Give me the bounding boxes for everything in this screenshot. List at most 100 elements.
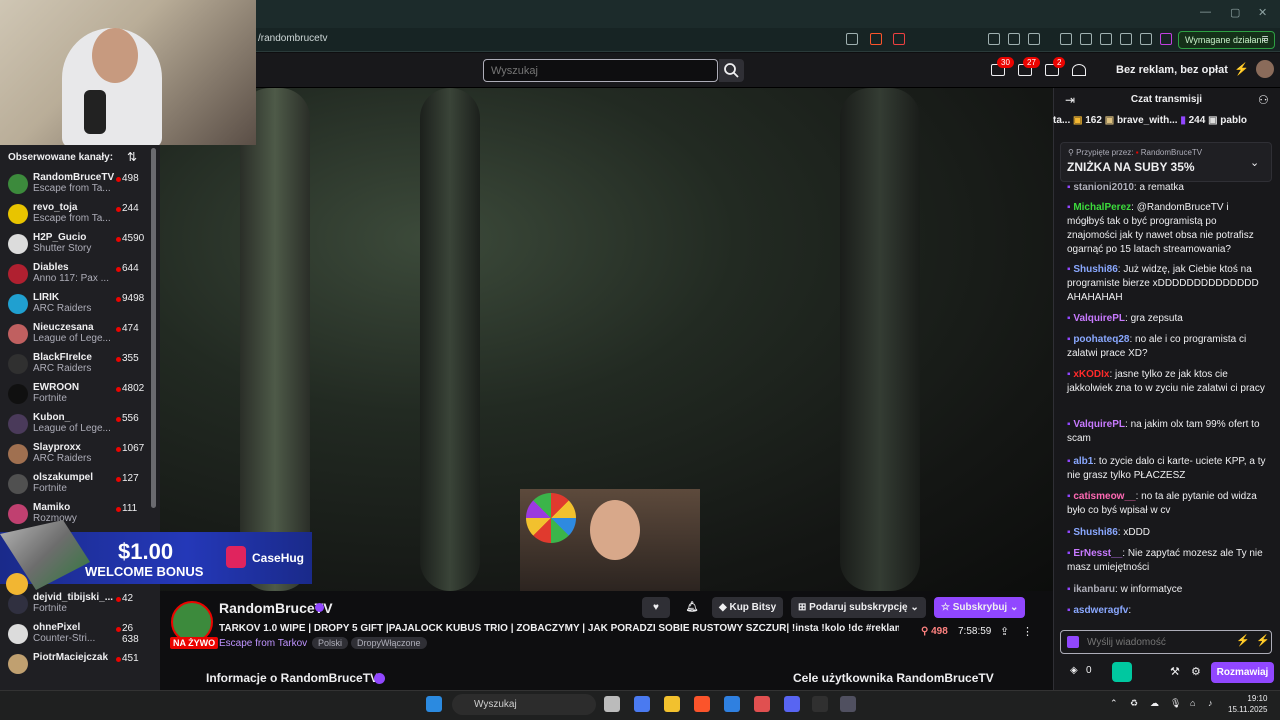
sidebar-channel[interactable]: revo_toja Escape from Ta... 244 [0, 200, 150, 230]
leo-icon[interactable] [1120, 33, 1132, 45]
store-icon[interactable] [724, 696, 740, 712]
sidebar-channel[interactable]: Diables Anno 117: Pax ... 644 [0, 260, 150, 290]
chat-message[interactable]: ▪ catismeow__: no ta ale pytanie od widz… [1067, 490, 1267, 518]
chat-username[interactable]: ValquirePL [1073, 419, 1125, 430]
subscribe-button[interactable]: ☆ Subskrybuj ⌄ [934, 597, 1026, 618]
windows-start-icon[interactable] [426, 696, 442, 712]
screenshot-icon[interactable] [1028, 33, 1040, 45]
bonus-claim-icon[interactable] [1112, 662, 1132, 682]
chat-message[interactable]: ▪ stanioni2010: a rematka [1067, 181, 1267, 195]
chat-message[interactable]: ▪ ValquirePL: gra zepsuta [1067, 312, 1267, 326]
minimize-icon[interactable]: — [1200, 6, 1211, 18]
mic-icon[interactable]: 🎙︎ [1170, 698, 1181, 709]
playlist-icon[interactable] [1060, 33, 1072, 45]
tag-drops[interactable]: DropyWłączone [351, 637, 427, 649]
task-view-icon[interactable] [604, 696, 620, 712]
copilot-icon[interactable] [634, 696, 650, 712]
notify-button[interactable]: 🔔︎ [678, 597, 706, 618]
chat-message[interactable]: ▪ alb1: to zycie dalo ci karte- uciete K… [1067, 455, 1267, 483]
adfree-button[interactable]: Bez reklam, bez opłat [1094, 58, 1236, 82]
sidebar-channel[interactable]: Nieuczesana League of Lege... 474 [0, 320, 150, 350]
url-text[interactable]: /randombrucetv [258, 33, 327, 44]
chat-message[interactable]: ▪ ValquirePL: na jakim olx tam 99% ofert… [1067, 418, 1267, 446]
chat-username[interactable]: xKODIx [1073, 369, 1109, 380]
close-icon[interactable]: ✕ [1258, 6, 1267, 19]
follow-button[interactable]: ♥ [642, 597, 670, 618]
sidebar-icon[interactable] [1080, 33, 1092, 45]
app-icon[interactable] [812, 696, 828, 712]
sidebar-channel[interactable]: dejvid_tibijski_... Fortnite 42 [0, 590, 150, 620]
onedrive-icon[interactable]: ☁ [1150, 698, 1159, 709]
sort-icon[interactable]: ⇅ [127, 150, 137, 164]
chat-message[interactable]: ▪ xKODIx: jasne tylko ze jak ktos cie ja… [1067, 368, 1267, 396]
chat-users-icon[interactable]: ⚇ [1258, 93, 1269, 107]
search-input[interactable] [483, 59, 718, 82]
chat-username[interactable]: Shushi86 [1073, 527, 1117, 538]
chat-username[interactable]: stanioni2010 [1073, 182, 1134, 193]
chat-username[interactable]: ikanbaru [1073, 584, 1115, 595]
sidebar-channel[interactable]: PiotrMaciejczak 451 [0, 650, 150, 680]
extension-icon[interactable] [988, 33, 1000, 45]
user-avatar[interactable] [1256, 60, 1274, 78]
menu-icon[interactable]: ≡ [1262, 33, 1268, 45]
required-action-button[interactable]: Wymagane działanie [1178, 31, 1276, 49]
slash-commands-icon[interactable]: ⚡ [1236, 634, 1250, 647]
prime-icon[interactable]: ⚡ [1256, 634, 1270, 647]
gift-sub-button[interactable]: ⊞ Podaruj subskrypcję ⌄ [791, 597, 926, 618]
tray-app-icon[interactable]: ♻ [1130, 698, 1138, 709]
share-icon[interactable] [846, 33, 858, 45]
chat-message[interactable]: ▪ Shushi86: Już widzę, jak Ciebie ktoś n… [1067, 263, 1267, 305]
tag-language[interactable]: Polski [312, 637, 349, 649]
chat-username[interactable]: ErNesst__ [1073, 548, 1122, 559]
chat-message[interactable]: ▪ asdweragfv: [1067, 604, 1267, 618]
game-link[interactable]: Escape from Tarkov [219, 638, 307, 649]
drops-icon[interactable] [1072, 64, 1086, 76]
sidebar-channel[interactable]: LIRIK ARC Raiders 9498 [0, 290, 150, 320]
brave-icon[interactable] [694, 696, 710, 712]
vpn-icon[interactable] [1140, 33, 1152, 45]
chat-username[interactable]: MichalPerez [1073, 202, 1131, 213]
settings-icon[interactable]: ⚙ [1191, 665, 1201, 678]
chat-badge-icon[interactable] [1067, 636, 1079, 648]
chat-username[interactable]: ValquirePL [1073, 313, 1125, 324]
sidebar-channel[interactable]: EWROON Fortnite 4802 [0, 380, 150, 410]
gift-leaderboard[interactable]: ta... ▣ 162 ▣ brave_with... ▮ 244 ▣ pabl… [1053, 115, 1280, 135]
chevron-down-icon[interactable]: ⌄ [1250, 156, 1259, 169]
discord-icon[interactable] [784, 696, 800, 712]
tray-chevron-icon[interactable]: ⌃ [1110, 698, 1118, 709]
search-button[interactable] [719, 59, 744, 82]
more-options-icon[interactable]: ⋮ [1022, 625, 1033, 638]
sidebar-channel[interactable]: H2P_Gucio Shutter Story 4590 [0, 230, 150, 260]
prime-icon[interactable]: ⚡ [1234, 62, 1249, 76]
chat-message[interactable]: ▪ ikanbaru: w informatyce [1067, 583, 1267, 597]
sidebar-channel[interactable]: ohnePixel Counter-Stri... 26 638 [0, 620, 150, 650]
sidebar-channel[interactable]: RandomBruceTV Escape from Ta... 498 [0, 170, 150, 200]
trophy-icon[interactable]: ⚒ [1170, 665, 1180, 678]
chat-message[interactable]: ▪ poohateq28: no ale i co programista ci… [1067, 333, 1267, 361]
sidebar-channel[interactable]: BlackFIrelce ARC Raiders 355 [0, 350, 150, 380]
share-icon[interactable]: ⇪ [1000, 625, 1009, 638]
wallet-icon[interactable] [1100, 33, 1112, 45]
sidebar-scrollbar[interactable] [151, 148, 156, 508]
chat-message[interactable]: ▪ Shushi86: xDDD [1067, 526, 1267, 540]
chat-username[interactable]: asdweragfv [1073, 605, 1128, 616]
volume-icon[interactable]: ♪ [1208, 698, 1213, 708]
rewards-icon[interactable] [893, 33, 905, 45]
chat-send-button[interactable]: Rozmawiaj [1211, 662, 1274, 683]
sidebar-channel[interactable]: olszakumpel Fortnite 127 [0, 470, 150, 500]
chat-message[interactable]: ▪ ErNesst__: Nie zapytać mozesz ale Ty n… [1067, 547, 1267, 575]
channel-points-icon[interactable]: ◈ [1070, 665, 1078, 676]
bits-button[interactable]: ◆ Kup Bitsy [712, 597, 784, 618]
chat-username[interactable]: Shushi86 [1073, 264, 1117, 275]
file-explorer-icon[interactable] [664, 696, 680, 712]
puzzle-icon[interactable] [1008, 33, 1020, 45]
maximize-icon[interactable]: ▢ [1230, 6, 1240, 19]
profile-icon[interactable] [1160, 33, 1172, 45]
chat-username[interactable]: alb1 [1073, 456, 1093, 467]
taskbar-search[interactable]: Wyszukaj [452, 694, 596, 715]
sidebar-channel[interactable]: Slayproxx ARC Raiders 1067 [0, 440, 150, 470]
sidebar-channel[interactable]: Kubon_ League of Lege... 556 [0, 410, 150, 440]
chat-username[interactable]: poohateq28 [1073, 334, 1129, 345]
chat-message[interactable]: ▪ MichalPerez: @RandomBruceTV i mógłbyś … [1067, 201, 1267, 257]
brave-shield-icon[interactable] [870, 33, 882, 45]
